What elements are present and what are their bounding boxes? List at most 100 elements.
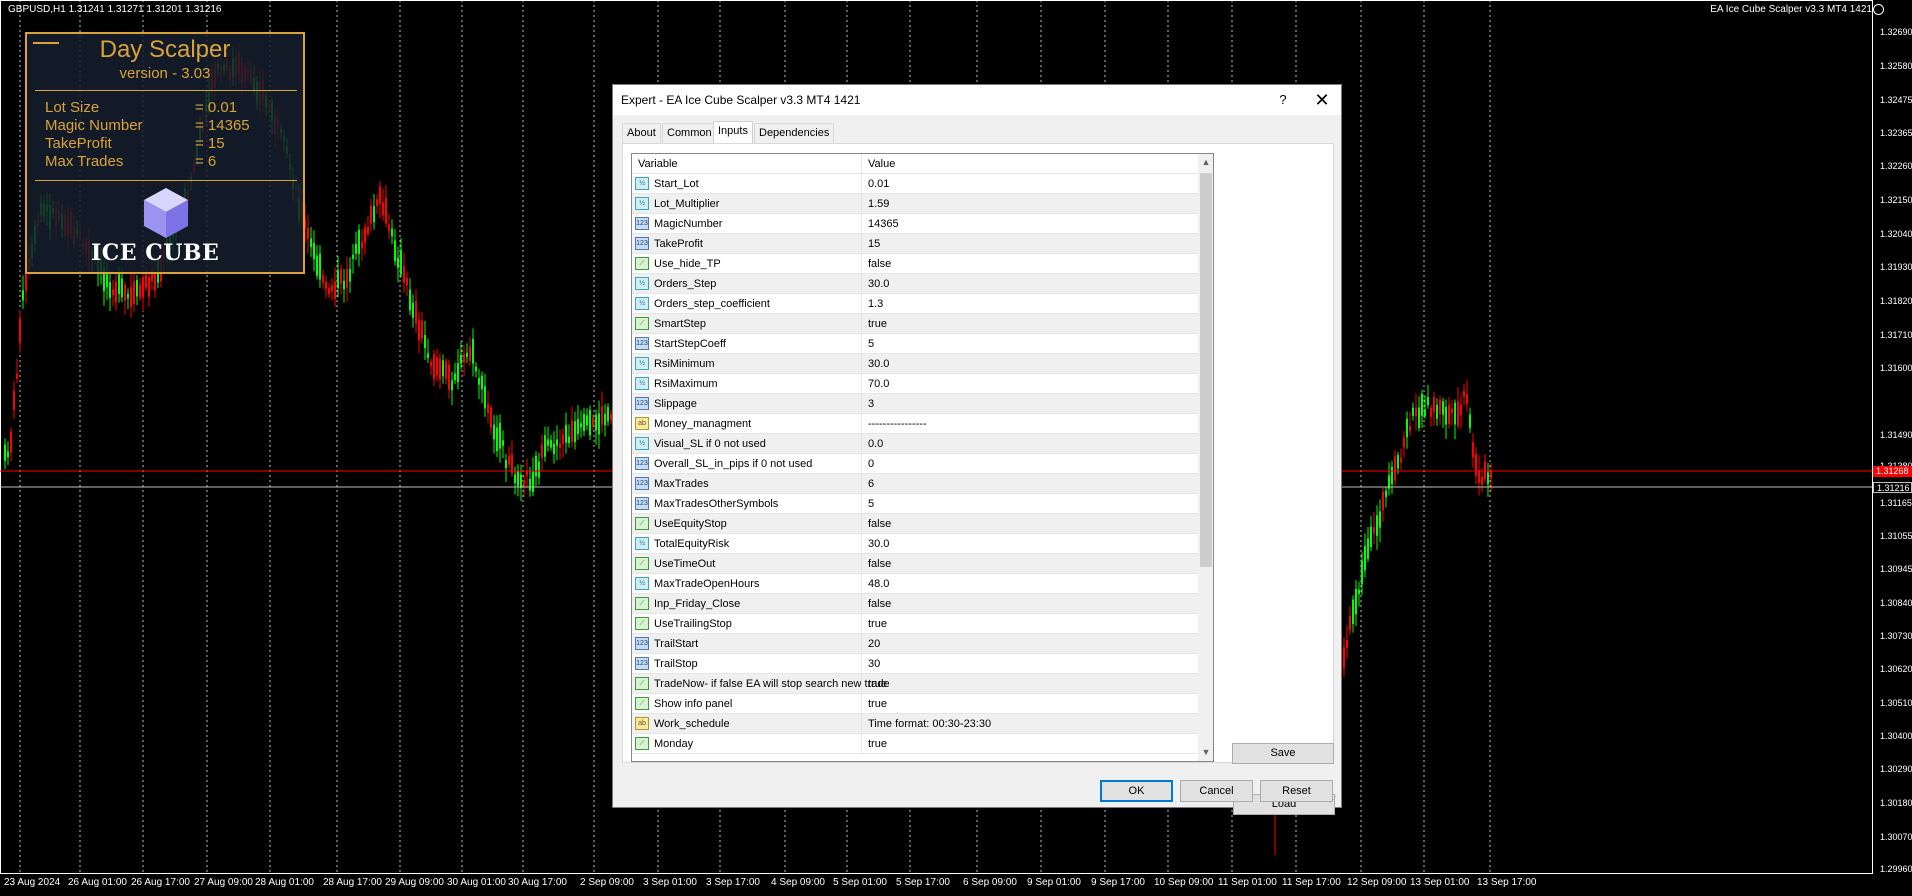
input-value[interactable]: true xyxy=(868,318,887,330)
date-label: 28 Aug 01:00 xyxy=(255,877,314,888)
input-row[interactable]: 123 StartStepCoeff 5 xyxy=(632,334,1198,354)
date-label: 11 Sep 17:00 xyxy=(1282,877,1341,888)
save-button[interactable]: Save xyxy=(1232,743,1334,764)
input-row[interactable]: ½ Orders_Step 30.0 xyxy=(632,274,1198,294)
input-value[interactable]: false xyxy=(868,258,891,270)
tab-common[interactable]: Common xyxy=(662,123,717,143)
input-row[interactable]: ⟋ Inp_Friday_Close false xyxy=(632,594,1198,614)
scroll-up-icon[interactable]: ▲ xyxy=(1198,154,1213,171)
input-value[interactable]: true xyxy=(868,738,887,750)
input-row[interactable]: ½ TotalEquityRisk 30.0 xyxy=(632,534,1198,554)
date-label: 26 Aug 01:00 xyxy=(68,877,127,888)
candle-body xyxy=(124,284,126,301)
input-row[interactable]: 123 TakeProfit 15 xyxy=(632,234,1198,254)
candle-body xyxy=(373,206,375,223)
input-row[interactable]: ½ RsiMaximum 70.0 xyxy=(632,374,1198,394)
input-value[interactable]: 30 xyxy=(868,658,880,670)
input-row[interactable]: ⟋ Monday true xyxy=(632,734,1198,754)
input-value[interactable]: 0 xyxy=(868,458,874,470)
input-value[interactable]: 0.0 xyxy=(868,438,883,450)
input-row[interactable]: ⟋ UseEquityStop false xyxy=(632,514,1198,534)
input-row[interactable]: ⟋ SmartStep true xyxy=(632,314,1198,334)
input-row[interactable]: 123 Slippage 3 xyxy=(632,394,1198,414)
candle-body xyxy=(451,380,453,391)
input-row[interactable]: ⟋ TradeNow- if false EA will stop search … xyxy=(632,674,1198,694)
input-row[interactable]: ab Work_schedule Time format: 00:30-23:30 xyxy=(632,714,1198,734)
bool-type-icon: ⟋ xyxy=(635,677,649,690)
input-value[interactable]: true xyxy=(868,678,887,690)
symbol-ohlc-label: GBPUSD,H1 1.31241 1.31271 1.31201 1.3121… xyxy=(8,4,222,15)
input-value[interactable]: 14365 xyxy=(868,218,899,230)
input-value[interactable]: false xyxy=(868,518,891,530)
input-row[interactable]: 123 TrailStart 20 xyxy=(632,634,1198,654)
candle-body xyxy=(1433,396,1435,412)
scroll-thumb[interactable] xyxy=(1200,173,1212,567)
input-row[interactable]: 123 MagicNumber 14365 xyxy=(632,214,1198,234)
column-separator xyxy=(861,174,862,194)
candle-body xyxy=(586,415,588,426)
input-value[interactable]: true xyxy=(868,618,887,630)
input-value[interactable]: 70.0 xyxy=(868,378,889,390)
input-row[interactable]: 123 MaxTradesOtherSymbols 5 xyxy=(632,494,1198,514)
candle-body xyxy=(349,268,351,282)
input-value[interactable]: 1.59 xyxy=(868,198,889,210)
help-button[interactable]: ? xyxy=(1273,90,1293,110)
dbl-type-icon: ½ xyxy=(635,297,649,310)
candle-body xyxy=(1436,404,1438,419)
input-value[interactable]: false xyxy=(868,598,891,610)
resize-grip-icon[interactable]: ⋰ xyxy=(1329,795,1339,805)
input-value[interactable]: 20 xyxy=(868,638,880,650)
input-value[interactable]: true xyxy=(868,698,887,710)
input-value[interactable]: 30.0 xyxy=(868,278,889,290)
candle-body xyxy=(325,281,327,289)
input-row[interactable]: 123 MaxTrades 6 xyxy=(632,474,1198,494)
input-row[interactable]: ½ Lot_Multiplier 1.59 xyxy=(632,194,1198,214)
price-label: 1.32690 xyxy=(1880,27,1912,37)
tab-about[interactable]: About xyxy=(622,123,661,143)
input-value[interactable]: 6 xyxy=(868,478,874,490)
reset-button[interactable]: Reset xyxy=(1260,780,1333,802)
input-value[interactable]: false xyxy=(868,558,891,570)
input-name: Work_schedule xyxy=(654,718,730,730)
input-value[interactable]: ---------------- xyxy=(868,418,927,430)
candle-body xyxy=(334,281,336,299)
input-value[interactable]: 5 xyxy=(868,338,874,350)
column-header-value[interactable]: Value xyxy=(868,158,895,170)
input-value[interactable]: 0.01 xyxy=(868,178,889,190)
input-value[interactable]: 3 xyxy=(868,398,874,410)
dialog-titlebar[interactable]: Expert - EA Ice Cube Scalper v3.3 MT4 14… xyxy=(613,85,1341,115)
input-row[interactable]: ½ Start_Lot 0.01 xyxy=(632,174,1198,194)
close-button[interactable]: ✕ xyxy=(1303,87,1341,113)
panel-row-takeprofit: TakeProfit = 15 xyxy=(45,135,295,153)
candle-body xyxy=(1352,599,1354,624)
input-row[interactable]: ⟋ Use_hide_TP false xyxy=(632,254,1198,274)
candle-body xyxy=(313,242,315,260)
grid-scrollbar[interactable]: ▲ ▼ xyxy=(1198,154,1213,761)
input-value[interactable]: 48.0 xyxy=(868,578,889,590)
input-row[interactable]: ⟋ Show info panel true xyxy=(632,694,1198,714)
input-value[interactable]: 30.0 xyxy=(868,358,889,370)
input-value[interactable]: 1.3 xyxy=(868,298,883,310)
input-row[interactable]: ½ MaxTradeOpenHours 48.0 xyxy=(632,574,1198,594)
column-header-variable[interactable]: Variable xyxy=(638,158,678,170)
ok-button[interactable]: OK xyxy=(1100,780,1173,802)
input-value[interactable]: Time format: 00:30-23:30 xyxy=(868,718,991,730)
input-row[interactable]: ab Money_managment ---------------- xyxy=(632,414,1198,434)
input-row[interactable]: ⟋ UseTrailingStop true xyxy=(632,614,1198,634)
input-row[interactable]: ⟋ UseTimeOut false xyxy=(632,554,1198,574)
tab-dependencies[interactable]: Dependencies xyxy=(754,123,835,143)
input-value[interactable]: 5 xyxy=(868,498,874,510)
candle-body xyxy=(463,353,465,363)
input-value[interactable]: 15 xyxy=(868,238,880,250)
input-row[interactable]: ½ Orders_step_coefficient 1.3 xyxy=(632,294,1198,314)
candle-body xyxy=(1418,407,1420,429)
input-row[interactable]: 123 Overall_SL_in_pips if 0 not used 0 xyxy=(632,454,1198,474)
scroll-down-icon[interactable]: ▼ xyxy=(1198,744,1213,761)
tab-inputs[interactable]: Inputs xyxy=(713,121,753,144)
cancel-button[interactable]: Cancel xyxy=(1180,780,1253,802)
input-value[interactable]: 30.0 xyxy=(868,538,889,550)
input-row[interactable]: ½ Visual_SL if 0 not used 0.0 xyxy=(632,434,1198,454)
input-row[interactable]: 123 TrailStop 30 xyxy=(632,654,1198,674)
candle-body xyxy=(1457,401,1459,426)
input-row[interactable]: ½ RsiMinimum 30.0 xyxy=(632,354,1198,374)
